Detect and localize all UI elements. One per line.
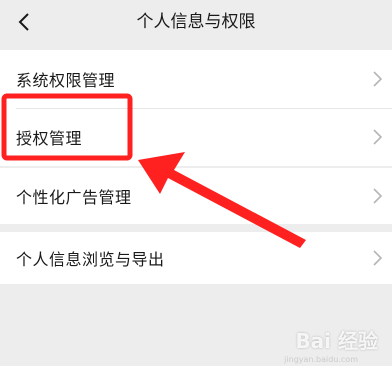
watermark-url: jingyan.baidu.com (284, 355, 358, 364)
row-authorization[interactable]: 授权管理 (0, 108, 392, 166)
chevron-right-icon (373, 250, 383, 266)
nav-bar: 个人信息与权限 (0, 0, 392, 44)
row-personalized-ads[interactable]: 个性化广告管理 (0, 168, 392, 224)
row-label: 个人信息浏览与导出 (16, 250, 165, 269)
settings-group-2: 个性化广告管理 (0, 168, 392, 224)
settings-group-1: 系统权限管理 授权管理 (0, 50, 392, 166)
page-title: 个人信息与权限 (136, 12, 256, 32)
chevron-right-icon (373, 71, 383, 87)
row-label: 系统权限管理 (16, 71, 116, 90)
settings-group-3: 个人信息浏览与导出 (0, 232, 392, 284)
chevron-right-icon (373, 188, 383, 204)
chevron-right-icon (373, 129, 383, 145)
row-label: 个性化广告管理 (16, 188, 132, 207)
row-personal-info-export[interactable]: 个人信息浏览与导出 (0, 232, 392, 284)
row-label: 授权管理 (16, 129, 83, 148)
watermark-logo: Bai 经验 (295, 329, 378, 353)
row-system-permissions[interactable]: 系统权限管理 (0, 50, 392, 108)
